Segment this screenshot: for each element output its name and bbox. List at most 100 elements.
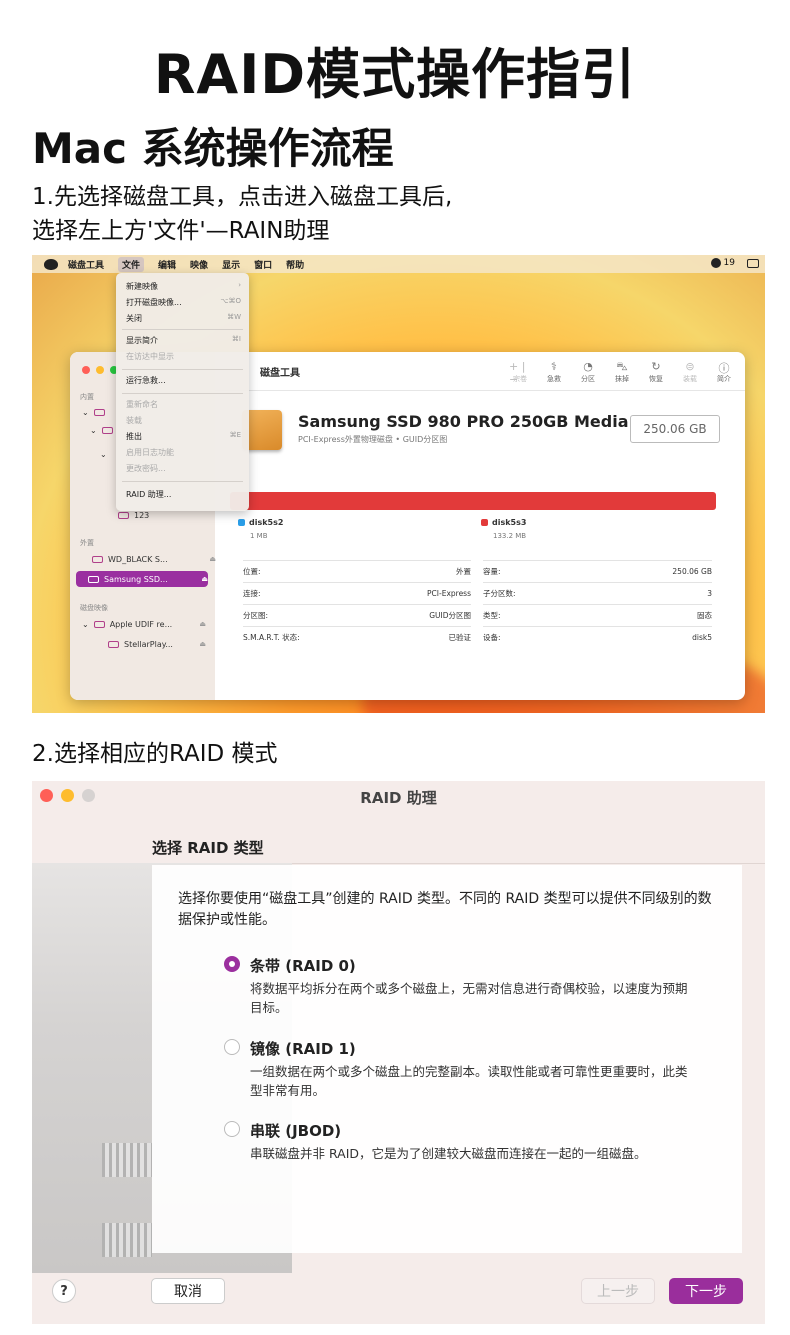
menu-separator [122, 393, 243, 394]
restore-icon: ↻ [651, 360, 661, 373]
chevron-down-icon[interactable]: ⌄ [82, 408, 89, 417]
chevron-down-icon[interactable]: ⌄ [100, 450, 107, 459]
status-text: 19 [723, 258, 735, 268]
menu-item-eject[interactable]: 推出 ⌘E [126, 431, 241, 442]
partition-button[interactable]: ◔ 分区 [577, 360, 599, 384]
capacity-badge: 250.06 GB [630, 415, 720, 443]
sidebar-section-external: 外置 [80, 539, 94, 547]
menu-file[interactable]: 文件 [118, 256, 145, 272]
option-description: 一组数据在两个或多个磁盘上的完整副本。读取性能或者可靠性更重要时，此类型非常有用… [250, 1064, 688, 1098]
sidebar-section-images: 磁盘映像 [80, 604, 108, 612]
status-item[interactable]: 19 [710, 258, 735, 268]
legend-swatch [481, 519, 488, 526]
sidebar-section-internal: 内置 [80, 393, 94, 401]
menu-separator [122, 369, 243, 370]
page-title: RAID模式操作指引 [153, 43, 637, 106]
mount-icon: ⊜ [685, 360, 695, 373]
raid-assistant-screenshot: RAID 助理 选择 RAID 类型 选择你要使用“磁盘工具”创建的 RAID … [32, 781, 765, 1324]
raid-intro-text: 选择你要使用“磁盘工具”创建的 RAID 类型。不同的 RAID 类型可以提供不… [178, 891, 712, 928]
menu-item-close[interactable]: 关闭 ⌘W [126, 313, 241, 324]
partition-usage-bar [230, 492, 716, 510]
control-center-icon[interactable] [747, 259, 759, 268]
sidebar-item-stellarplay[interactable]: StellarPlay... ⏏ [108, 636, 206, 652]
step-1-instructions: 1.先选择磁盘工具，点击进入磁盘工具后, 选择左上方'文件'—RAIN助理 [32, 180, 452, 248]
minimize-button[interactable] [96, 366, 104, 374]
disk-icon [93, 408, 105, 416]
info-row: 设备: disk5 [483, 626, 712, 648]
menu-separator [122, 329, 243, 330]
eject-icon[interactable]: ⏏ [199, 620, 206, 628]
step-2-instructions: 2.选择相应的RAID 模式 [32, 741, 278, 767]
step-1-line-2: 选择左上方'文件'—RAIN助理 [32, 218, 330, 244]
status-icon [710, 258, 721, 268]
volume-button[interactable]: + | − 宗卷 [509, 360, 531, 386]
title-bar: RAID 助理 [32, 781, 765, 811]
info-icon: ⓘ [718, 362, 730, 375]
disk-subtitle: PCI-Express外置物理磁盘 • GUID分区图 [298, 435, 448, 444]
menu-item-new-image[interactable]: 新建映像 › [126, 281, 241, 292]
chevron-down-icon[interactable]: ⌄ [90, 426, 97, 435]
first-aid-button[interactable]: ⚕ 急救 [543, 360, 565, 384]
menu-image[interactable]: 映像 [190, 258, 208, 271]
image-disk-icon [93, 620, 105, 628]
back-button[interactable]: 上一步 [581, 1278, 655, 1304]
menu-item-mount: 装载 [126, 416, 142, 425]
option-label: 镜像 (RAID 1) [250, 1040, 356, 1058]
menu-item-show-in-finder: 在访达中显示 [126, 352, 174, 361]
menu-app[interactable]: 磁盘工具 [68, 258, 104, 271]
eject-icon[interactable]: ⏏ [199, 640, 206, 648]
mount-button[interactable]: ⊜ 装载 [679, 360, 701, 384]
chevron-down-icon[interactable]: ⌄ [82, 620, 89, 629]
sidebar-item-wd-black[interactable]: WD_BLACK S... ⏏ [92, 551, 216, 567]
sidebar-item-apple-udif[interactable]: ⌄ Apple UDIF re... ⏏ [82, 616, 206, 632]
close-button[interactable] [82, 366, 90, 374]
drive-bay-graphic [102, 1223, 152, 1257]
disk-utility-screenshot: 磁盘工具 文件 编辑 映像 显示 窗口 帮助 19 新建映像 › 打开磁盘映像..… [32, 255, 765, 713]
stethoscope-icon: ⚕ [551, 360, 557, 373]
legend-swatch [238, 519, 245, 526]
drive-bay-graphic [102, 1143, 152, 1177]
next-button[interactable]: 下一步 [669, 1278, 743, 1304]
menu-edit[interactable]: 编辑 [158, 258, 176, 271]
toolbar: + | − 宗卷 ⚕ 急救 ◔ 分区 ⛍ 抹掉 ↻ 恢复 ⊜ 装载 ⓘ 简介 [509, 360, 735, 386]
radio-unselected[interactable] [224, 1039, 240, 1055]
menu-item-rename: 重新命名 [126, 400, 158, 409]
cancel-button[interactable]: 取消 [151, 1278, 225, 1304]
info-button[interactable]: ⓘ 简介 [713, 360, 735, 384]
help-button[interactable]: ? [52, 1279, 76, 1303]
radio-unselected[interactable] [224, 1121, 240, 1137]
window-title: 磁盘工具 [260, 368, 300, 379]
restore-button[interactable]: ↻ 恢复 [645, 360, 667, 384]
erase-button[interactable]: ⛍ 抹掉 [611, 360, 633, 384]
option-label: 串联 (JBOD) [250, 1122, 342, 1140]
external-disk-icon [92, 555, 103, 563]
plus-minus-icon: + | − [509, 360, 526, 386]
eject-icon[interactable]: ⏏ [209, 555, 216, 563]
info-row: 分区图: GUID分区图 [243, 604, 471, 626]
pie-chart-icon: ◔ [583, 360, 593, 373]
menu-window[interactable]: 窗口 [254, 258, 272, 271]
option-label: 条带 (RAID 0) [250, 957, 356, 975]
section-heading: 选择 RAID 类型 [152, 839, 264, 857]
container-icon [101, 426, 113, 434]
sidebar-item-samsung-ssd[interactable]: Samsung SSD... ⏏ [76, 571, 208, 587]
partition-legend-2: disk5s3 [481, 518, 526, 527]
info-row: 位置: 外置 [243, 560, 471, 582]
apple-icon[interactable] [44, 258, 58, 270]
toolbar-divider [215, 390, 745, 391]
volume-icon [108, 640, 119, 648]
disk-name: Samsung SSD 980 PRO 250GB Media [298, 412, 629, 431]
menu-help[interactable]: 帮助 [286, 258, 304, 271]
menu-item-first-aid[interactable]: 运行急救... [126, 375, 241, 386]
window-title: RAID 助理 [360, 789, 437, 807]
menu-view[interactable]: 显示 [222, 258, 240, 271]
menu-item-open-image[interactable]: 打开磁盘映像... ⌥⌘O [126, 297, 241, 308]
menu-item-get-info[interactable]: 显示简介 ⌘I [126, 335, 241, 346]
volume-icon [118, 511, 129, 519]
step-1-line-1: 1.先选择磁盘工具，点击进入磁盘工具后, [32, 184, 453, 210]
radio-selected[interactable] [224, 956, 240, 972]
menu-item-raid-assistant[interactable]: RAID 助理... [126, 489, 241, 500]
partition-size-2: 133.2 MB [493, 532, 527, 540]
info-row: 容量: 250.06 GB [483, 560, 712, 582]
eject-icon[interactable]: ⏏ [201, 575, 208, 583]
